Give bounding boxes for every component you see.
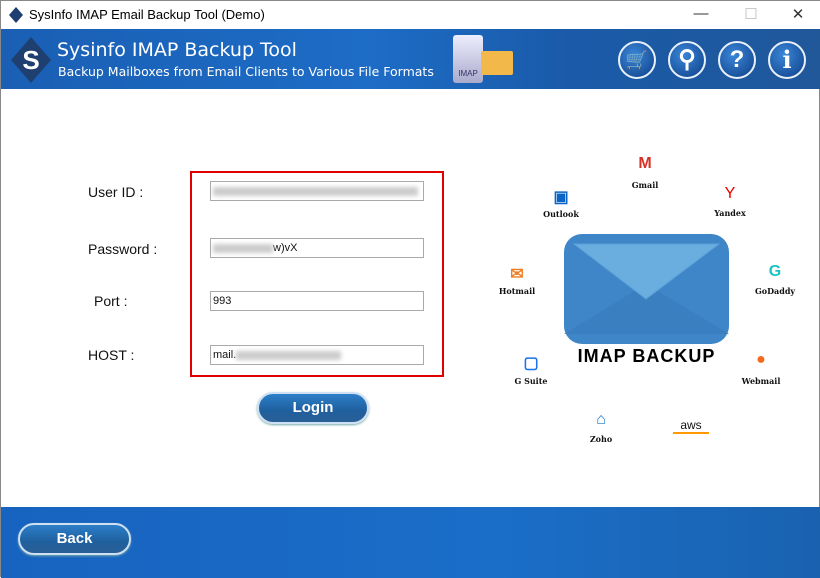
close-button[interactable]: ✕	[783, 5, 813, 23]
cart-icon[interactable]: 🛒	[618, 41, 656, 79]
webmail-label: Webmail	[741, 376, 781, 386]
yandex-label: Yandex	[714, 208, 746, 218]
port-label: Port :	[94, 293, 128, 309]
header-banner: S Sysinfo IMAP Backup Tool Backup Mailbo…	[1, 29, 820, 89]
user-id-label: User ID :	[88, 184, 144, 200]
mail-envelope-icon	[564, 234, 729, 344]
login-button[interactable]: Login	[257, 392, 369, 424]
password-value: w)vX	[273, 242, 298, 254]
outlook-label: Outlook	[543, 209, 579, 219]
host-value: mail.	[213, 349, 237, 361]
godaddy-label: GoDaddy	[754, 286, 796, 296]
help-icon[interactable]: ?	[718, 41, 756, 79]
host-label: HOST :	[88, 347, 135, 363]
port-input[interactable]: 993	[210, 291, 424, 311]
gmail-label: Gmail	[631, 180, 659, 190]
app-icon	[9, 7, 23, 23]
imap-backup-caption: IMAP BACKUP	[577, 346, 716, 366]
title-bar: SysInfo IMAP Email Backup Tool (Demo) — …	[1, 1, 820, 29]
hotmail-icon: ✉	[510, 266, 524, 283]
info-icon[interactable]: i	[768, 41, 806, 79]
hotmail-label: Hotmail	[498, 286, 536, 296]
imap-icon: IMAP	[453, 35, 483, 83]
logo-icon: S	[11, 37, 51, 83]
host-input[interactable]: mail.	[210, 345, 424, 365]
app-title: Sysinfo IMAP Backup Tool	[57, 39, 297, 61]
footer-bar: Back	[1, 507, 820, 578]
password-label: Password :	[88, 241, 158, 257]
yandex-icon: Y	[724, 185, 736, 202]
app-subtitle: Backup Mailboxes from Email Clients to V…	[58, 64, 434, 79]
envelope-icon	[481, 51, 513, 75]
outlook-icon: ▣	[553, 189, 569, 206]
godaddy-icon: G	[768, 263, 782, 280]
zoho-label: Zoho	[589, 434, 613, 444]
minimize-button[interactable]: —	[686, 5, 716, 22]
user-id-input[interactable]	[210, 181, 424, 201]
back-button[interactable]: Back	[18, 523, 131, 555]
gsuite-label: G Suite	[514, 376, 548, 386]
maximize-button[interactable]: ☐	[736, 5, 766, 23]
zoho-icon: ⌂	[596, 411, 606, 428]
aws-logo: aws	[673, 418, 709, 434]
gsuite-icon: ▢	[523, 355, 539, 372]
key-icon[interactable]: ⚲	[668, 41, 706, 79]
webmail-icon: ●	[756, 351, 766, 368]
gmail-icon: M	[638, 155, 652, 172]
window-title: SysInfo IMAP Email Backup Tool (Demo)	[29, 7, 265, 22]
password-input[interactable]: w)vX	[210, 238, 424, 258]
